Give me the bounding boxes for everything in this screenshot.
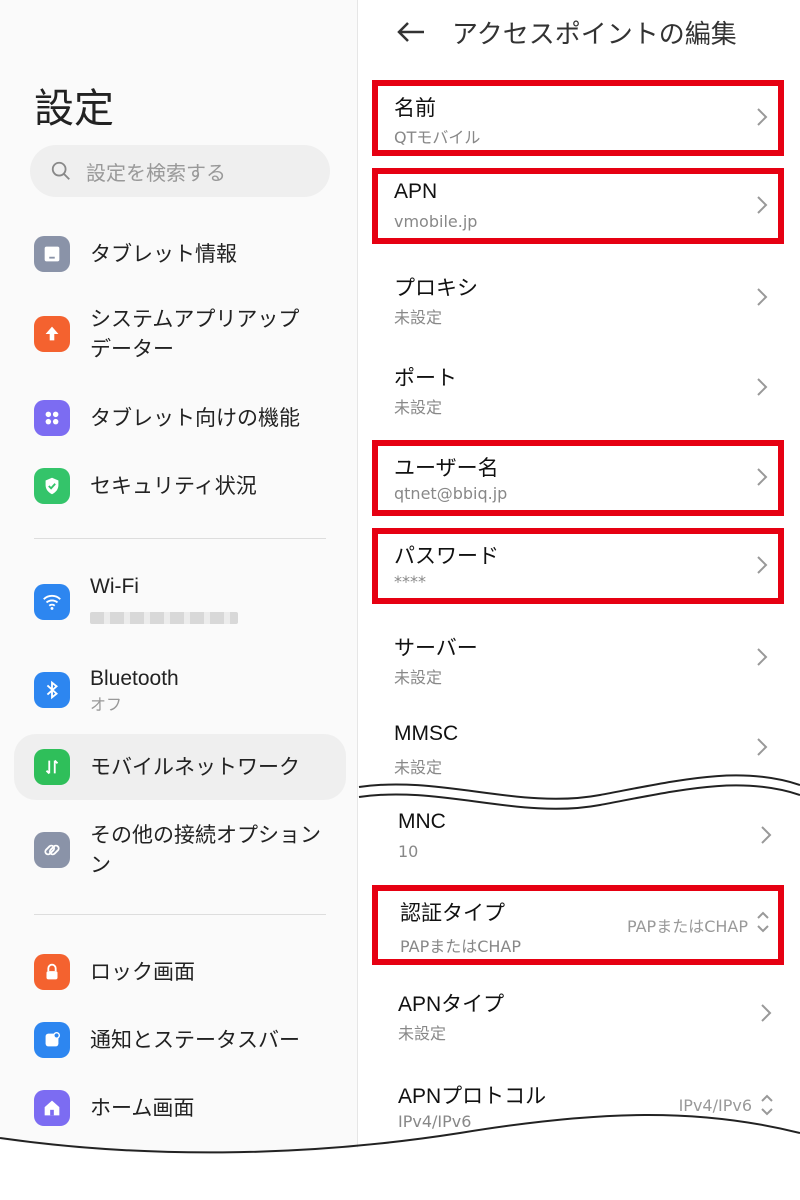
apn-row-mmsc[interactable]: MMSC 未設定 <box>372 710 784 786</box>
nav-label: Wi-Fi <box>90 572 238 632</box>
apn-row-auth-type[interactable]: 認証タイプ PAPまたはCHAP PAPまたはCHAP <box>372 885 784 965</box>
chevron-right-icon <box>757 468 768 486</box>
row-label: 認証タイプ <box>400 901 505 925</box>
apn-row-protocol[interactable]: APNプロトコル IPv4/IPv6 IPv4/IPv6 <box>376 1068 788 1144</box>
nav-label: 通知とステータスバー <box>90 1028 300 1052</box>
row-value: PAPまたはCHAP <box>400 937 522 956</box>
nav-notifications[interactable]: 通知とステータスバー <box>14 1012 346 1068</box>
row-value: 未設定 <box>394 758 443 777</box>
row-label: サーバー <box>394 636 478 660</box>
dropdown-updown-icon <box>757 911 769 933</box>
search-placeholder: 設定を検索する <box>86 160 226 185</box>
divider <box>34 538 326 539</box>
apn-row-username[interactable]: ユーザー名 qtnet@bbiq.jp <box>372 440 784 516</box>
chevron-right-icon <box>761 826 772 844</box>
row-label: APNプロトコル <box>398 1085 547 1108</box>
selected-value: PAPまたはCHAP <box>626 917 748 936</box>
row-value: 10 <box>398 842 419 861</box>
nav-label: セキュリティ状況 <box>90 474 257 498</box>
apn-row-apn[interactable]: APN vmobile.jp <box>372 168 784 244</box>
apn-row-apn-type[interactable]: APNタイプ 未設定 <box>376 976 788 1052</box>
row-value: **** <box>394 572 426 591</box>
nav-lock-screen[interactable]: ロック画面 <box>14 944 346 1000</box>
settings-title: 設定 <box>34 86 114 132</box>
chevron-right-icon <box>757 288 768 306</box>
shield-check-icon <box>34 468 70 504</box>
apn-row-name[interactable]: 名前 QTモバイル <box>372 80 784 156</box>
search-icon <box>51 161 70 180</box>
bluetooth-icon <box>34 672 70 708</box>
nav-wifi[interactable]: Wi-Fi <box>14 570 346 634</box>
nav-label: タブレット情報 <box>90 242 237 266</box>
nav-label: システムアプリアップ データー <box>90 307 300 361</box>
mobile-data-icon <box>34 749 70 785</box>
apn-row-proxy[interactable]: プロキシ 未設定 <box>372 260 784 336</box>
row-label: ポート <box>394 366 457 390</box>
nav-bluetooth[interactable]: Bluetooth オフ <box>14 658 346 722</box>
row-label: MNC <box>398 810 446 833</box>
lock-icon <box>34 954 70 990</box>
nav-label: モバイルネットワーク <box>90 755 300 779</box>
wifi-icon <box>34 584 70 620</box>
tablet-icon <box>34 236 70 272</box>
row-value: 未設定 <box>394 668 443 687</box>
row-value: 未設定 <box>398 1024 447 1043</box>
row-label: パスワード <box>394 544 499 568</box>
row-value: 未設定 <box>394 398 443 417</box>
row-label: APNタイプ <box>398 993 505 1016</box>
nav-mobile-network[interactable]: モバイルネットワーク <box>14 734 346 800</box>
row-value: IPv4/IPv6 <box>398 1112 472 1131</box>
nav-label: ロック画面 <box>90 960 195 984</box>
row-value: vmobile.jp <box>394 212 478 231</box>
nav-label: その他の接続オプションン <box>90 823 321 877</box>
apn-row-password[interactable]: パスワード **** <box>372 528 784 604</box>
row-value: QTモバイル <box>394 128 481 147</box>
chevron-right-icon <box>757 108 768 126</box>
page-title: アクセスポイントの編集 <box>452 20 737 50</box>
chevron-right-icon <box>757 196 768 214</box>
nav-system-update[interactable]: システムアプリアップ データー <box>14 302 346 366</box>
nav-label: タブレット向けの機能 <box>90 406 300 430</box>
home-icon <box>34 1090 70 1126</box>
chevron-right-icon <box>757 738 768 756</box>
back-button[interactable] <box>394 12 428 52</box>
nav-home-screen[interactable]: ホーム画面 <box>14 1080 346 1136</box>
blurred-ssid <box>90 612 238 624</box>
back-arrow-icon <box>397 22 424 42</box>
chevron-right-icon <box>757 378 768 396</box>
chevron-right-icon <box>761 1004 772 1022</box>
row-label: MMSC <box>394 722 459 745</box>
row-label: 名前 <box>394 96 436 120</box>
nav-tablet-info[interactable]: タブレット情報 <box>14 226 346 282</box>
row-label: ユーザー名 <box>394 456 499 480</box>
nav-security[interactable]: セキュリティ状況 <box>14 458 346 514</box>
nav-other-connections[interactable]: その他の接続オプションン <box>14 818 346 882</box>
apn-row-server[interactable]: サーバー 未設定 <box>372 620 784 696</box>
dropdown-updown-icon <box>761 1094 773 1116</box>
row-value: qtnet@bbiq.jp <box>394 484 508 503</box>
nav-tablet-features[interactable]: タブレット向けの機能 <box>14 390 346 446</box>
apn-row-mnc[interactable]: MNC 10 <box>376 798 788 874</box>
notification-icon <box>34 1022 70 1058</box>
selected-value: IPv4/IPv6 <box>678 1096 752 1115</box>
row-label: APN <box>394 180 438 203</box>
nav-label: Bluetooth オフ <box>90 667 179 714</box>
link-icon <box>34 832 70 868</box>
apn-row-port[interactable]: ポート 未設定 <box>372 350 784 426</box>
upload-arrow-icon <box>34 316 70 352</box>
search-bar[interactable]: 設定を検索する <box>30 145 330 197</box>
row-label: プロキシ <box>394 276 478 300</box>
chevron-right-icon <box>757 648 768 666</box>
nav-label: ホーム画面 <box>90 1096 195 1120</box>
chevron-right-icon <box>757 556 768 574</box>
settings-pane: 設定 設定を検索する タブレット情報 システムアプリアップ データー タブレット向… <box>0 0 358 1200</box>
grid-dots-icon <box>34 400 70 436</box>
row-value: 未設定 <box>394 308 443 327</box>
divider <box>34 914 326 915</box>
